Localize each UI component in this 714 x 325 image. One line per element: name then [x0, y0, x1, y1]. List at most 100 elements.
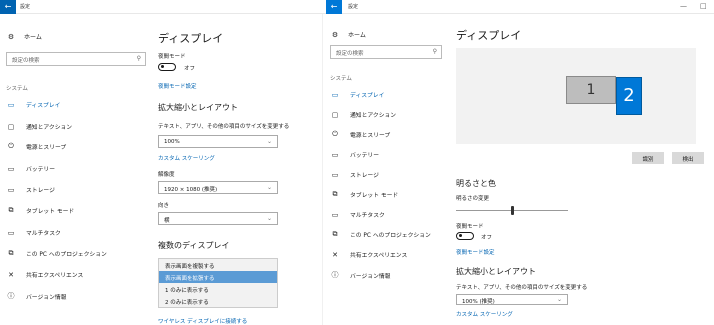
home-label: ホーム	[24, 34, 42, 41]
search-input[interactable]: 設定の検索 ⚲	[6, 52, 146, 66]
sidebar-item-label: マルチタスク	[26, 231, 61, 237]
sidebar-item-power[interactable]: ⏻ 電源とスリープ	[6, 142, 66, 151]
sidebar-item-display[interactable]: ▭ ディスプレイ	[6, 100, 61, 110]
window-title-left: 設定	[20, 4, 31, 10]
brightness-slider-thumb[interactable]	[510, 206, 514, 215]
info-icon: ⓘ	[331, 271, 339, 279]
sidebar-item-display[interactable]: ▭ ディスプレイ	[330, 90, 385, 100]
message-icon: ▢	[7, 122, 15, 131]
sidebar-item-projection[interactable]: ⧉ この PC へのプロジェクション	[6, 249, 107, 258]
message-icon: ▢	[331, 110, 339, 119]
sidebar-item-shared[interactable]: ✕ 共有エクスペリエンス	[6, 270, 83, 280]
sidebar-item-notifications[interactable]: ▢ 通知とアクション	[330, 110, 396, 120]
tablet-icon: ⧉	[8, 206, 14, 214]
sidebar-item-notifications[interactable]: ▢ 通知とアクション	[6, 122, 72, 132]
battery-icon: ▭	[7, 164, 15, 173]
sidebar-item-label: ディスプレイ	[350, 93, 385, 99]
sidebar-item-label: 共有エクスペリエンス	[350, 253, 408, 259]
home-link[interactable]: ⚙ ホーム	[6, 32, 42, 42]
sidebar-item-tablet[interactable]: ⧉ タブレット モード	[6, 206, 75, 215]
night-mode-state: オフ	[481, 235, 493, 241]
shared-experiences-icon: ✕	[8, 270, 14, 279]
sidebar-item-tablet[interactable]: ⧉ タブレット モード	[330, 190, 399, 199]
search-input[interactable]: 設定の検索 ⚲	[330, 45, 442, 59]
minimize-button[interactable]: —	[680, 2, 687, 10]
monitor-1[interactable]: 1	[566, 76, 616, 104]
toggle-knob	[160, 65, 164, 68]
option-extend[interactable]: 表示画面を拡張する	[159, 271, 277, 283]
projection-icon: ⧉	[332, 230, 338, 238]
orientation-select[interactable]: 横 ⌄	[158, 212, 278, 225]
search-icon: ⚲	[136, 55, 141, 62]
display-arrangement[interactable]: 1 2	[456, 48, 696, 144]
night-mode-settings-link[interactable]: 夜間モード設定	[456, 248, 495, 256]
scale-select[interactable]: 100% ⌄	[158, 135, 278, 148]
option-duplicate[interactable]: 表示画面を複製する	[159, 259, 277, 271]
orientation-label: 向き	[158, 203, 170, 209]
sidebar-item-label: 電源とスリープ	[26, 145, 67, 151]
power-icon: ⏻	[332, 130, 338, 138]
battery-icon: ▭	[331, 150, 339, 159]
sidebar-item-shared[interactable]: ✕ 共有エクスペリエンス	[330, 250, 408, 260]
sidebar-item-power[interactable]: ⏻ 電源とスリープ	[330, 130, 390, 139]
multitask-icon: ▭	[331, 210, 339, 219]
scale-description: テキスト、アプリ、その他の項目のサイズを変更する	[456, 285, 588, 291]
sidebar-item-about[interactable]: ⓘ バージョン情報	[330, 270, 391, 280]
chevron-down-icon: ⌄	[266, 138, 272, 145]
option-only-2[interactable]: 2 のみに表示する	[159, 295, 277, 307]
brightness-label: 明るさの変更	[456, 196, 490, 202]
chevron-down-icon: ⌄	[556, 296, 562, 303]
window-title-right: 設定	[348, 4, 359, 10]
sidebar-item-multitask[interactable]: ▭ マルチタスク	[330, 210, 385, 220]
sidebar-item-about[interactable]: ⓘ バージョン情報	[6, 291, 67, 301]
power-icon: ⏻	[8, 142, 14, 150]
resolution-select[interactable]: 1920 × 1080 (推奨) ⌄	[158, 181, 278, 194]
sidebar-item-label: バージョン情報	[26, 294, 67, 301]
sidebar-item-label: この PC へのプロジェクション	[26, 252, 107, 258]
sidebar-item-label: ストレージ	[26, 188, 55, 194]
back-arrow-icon: ←	[330, 2, 338, 11]
sidebar-item-battery[interactable]: ▭ バッテリー	[330, 150, 379, 160]
custom-scaling-link[interactable]: カスタム スケーリング	[456, 310, 513, 318]
sidebar-item-label: ストレージ	[350, 173, 379, 179]
sidebar-item-label: バージョン情報	[350, 273, 391, 280]
tablet-icon: ⧉	[332, 190, 338, 198]
gear-icon: ⚙	[7, 32, 15, 41]
detect-button[interactable]: 検出	[672, 152, 704, 164]
section-label: システム	[330, 76, 352, 82]
night-mode-state: オフ	[184, 66, 196, 72]
home-link[interactable]: ⚙ ホーム	[330, 30, 366, 40]
multi-display-heading: 複数のディスプレイ	[158, 241, 230, 250]
sidebar-item-storage[interactable]: ▭ ストレージ	[330, 170, 379, 180]
sidebar-item-label: 電源とスリープ	[350, 133, 391, 139]
sidebar-item-multitask[interactable]: ▭ マルチタスク	[6, 228, 61, 238]
window-divider	[322, 14, 323, 325]
page-title-right: ディスプレイ	[456, 29, 522, 42]
scale-heading: 拡大縮小とレイアウト	[456, 267, 536, 276]
option-only-1[interactable]: 1 のみに表示する	[159, 283, 277, 295]
sidebar-item-projection[interactable]: ⧉ この PC へのプロジェクション	[330, 230, 431, 239]
scale-value: 100% (推奨)	[462, 299, 495, 305]
sidebar-item-battery[interactable]: ▭ バッテリー	[6, 164, 55, 174]
scale-description: テキスト、アプリ、その他の項目のサイズを変更する	[158, 124, 290, 130]
sidebar-item-label: タブレット モード	[350, 193, 399, 199]
scale-heading: 拡大縮小とレイアウト	[158, 103, 238, 112]
scale-value: 100%	[164, 139, 180, 145]
back-button[interactable]: ←	[0, 0, 16, 14]
wireless-display-link[interactable]: ワイヤレス ディスプレイに接続する	[158, 317, 247, 325]
night-mode-toggle[interactable]	[456, 232, 474, 240]
sidebar-item-label: マルチタスク	[350, 213, 385, 219]
night-mode-toggle[interactable]	[158, 63, 176, 71]
identify-button[interactable]: 識別	[632, 152, 664, 164]
brightness-heading: 明るさと色	[456, 179, 496, 188]
night-mode-label: 夜間モード	[456, 224, 484, 230]
back-button-right[interactable]: ←	[326, 0, 342, 14]
night-mode-settings-link[interactable]: 夜間モード設定	[158, 82, 197, 90]
custom-scaling-link[interactable]: カスタム スケーリング	[158, 154, 215, 162]
sidebar-item-storage[interactable]: ▭ ストレージ	[6, 185, 55, 195]
storage-icon: ▭	[7, 185, 15, 194]
scale-select[interactable]: 100% (推奨) ⌄	[456, 294, 568, 305]
monitor-2[interactable]: 2	[616, 77, 642, 115]
maximize-button[interactable]: □	[700, 2, 707, 10]
multi-display-dropdown[interactable]: 表示画面を複製する 表示画面を拡張する 1 のみに表示する 2 のみに表示する	[158, 258, 278, 308]
